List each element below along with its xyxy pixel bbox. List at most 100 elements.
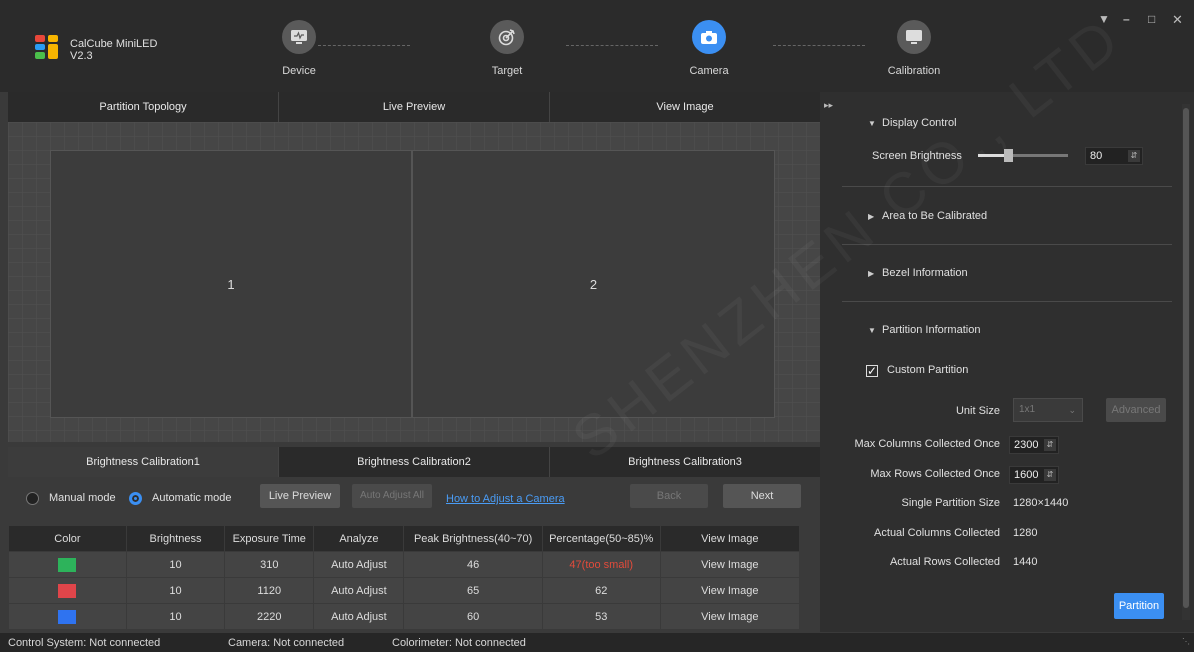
max-columns-label: Max Columns Collected Once [854,438,1000,450]
minimize-icon[interactable]: – [1123,12,1130,26]
auto-adjust-cell[interactable]: Auto Adjust [313,551,405,578]
manual-mode-radio[interactable] [26,492,39,505]
partition-2[interactable]: 2 [412,150,775,418]
peak-brightness-cell: 46 [403,551,543,578]
step-target[interactable]: Target [467,20,547,77]
view-image-cell[interactable]: View Image [659,551,801,578]
right-pane-scrollbar[interactable] [1182,104,1190,620]
percentage-cell: 62 [541,577,661,604]
actual-columns-value: 1280 [1013,527,1038,539]
step-device[interactable]: Device [259,20,339,77]
next-button[interactable]: Next [723,484,801,508]
screen-brightness-label: Screen Brightness [872,150,962,162]
advanced-button[interactable]: Advanced [1106,398,1166,422]
tab-brightness-calibration-2[interactable]: Brightness Calibration2 [279,447,550,477]
spin-arrows-icon[interactable]: ⇵ [1044,469,1056,481]
maximize-icon[interactable]: □ [1148,12,1155,26]
app-name: CalCube MiniLED V2.3 [70,38,157,62]
automatic-mode-label: Automatic mode [152,492,232,504]
color-swatch [58,609,77,624]
view-image-cell[interactable]: View Image [659,603,801,630]
column-header: Brightness [125,525,226,552]
tab-view-image[interactable]: View Image [550,92,820,122]
dropdown-menu-icon[interactable]: ▼ [1098,12,1110,26]
view-image-cell[interactable]: View Image [659,577,801,604]
screen-brightness-input[interactable]: 80 ⇵ [1085,147,1143,165]
right-pane: ▸▸ ▼ Display Control Screen Brightness 80… [820,92,1194,632]
slider-knob[interactable] [1004,149,1013,162]
auto-adjust-all-button[interactable]: Auto Adjust All [352,484,432,508]
tab-live-preview[interactable]: Live Preview [279,92,550,122]
actual-rows-label: Actual Rows Collected [889,556,1000,568]
max-rows-input[interactable]: 1600 ⇵ [1009,466,1059,484]
step-label: Target [491,65,523,77]
percentage-cell: 53 [541,603,661,630]
actual-rows-value: 1440 [1013,556,1038,568]
custom-partition-label: Custom Partition [887,364,969,376]
section-label: Partition Information [882,324,981,336]
tab-brightness-calibration-1[interactable]: Brightness Calibration1 [8,447,279,477]
colorimeter-status: Colorimeter: Not connected [392,637,526,649]
step-camera[interactable]: Camera [669,20,749,77]
collapse-panel-icon[interactable]: ▸▸ [824,100,833,111]
chevron-down-icon: ⌄ [1068,405,1076,415]
spin-arrows-icon[interactable]: ⇵ [1128,150,1140,162]
actual-columns-label: Actual Columns Collected [874,527,1000,539]
partition-topology-canvas[interactable]: 1 2 [8,122,820,442]
auto-adjust-cell[interactable]: Auto Adjust [313,603,405,630]
app-title: CalCube MiniLED [70,38,158,50]
how-to-adjust-camera-link[interactable]: How to Adjust a Camera [446,493,565,505]
peak-brightness-cell: 65 [403,577,543,604]
step-label: Calibration [887,65,941,77]
unit-size-dropdown[interactable]: 1x1 ⌄ [1013,398,1083,422]
column-header: Peak Brightness(40~70) [403,525,543,552]
auto-adjust-cell[interactable]: Auto Adjust [313,577,405,604]
step-connector [566,45,658,46]
spin-arrows-icon[interactable]: ⇵ [1044,439,1056,451]
collapsed-triangle-icon: ▶ [868,269,875,278]
column-header: View Image [659,525,801,552]
app-version: V2.3 [70,50,93,62]
left-pane: Partition Topology Live Preview View Ima… [0,92,820,632]
exposure-time-cell: 310 [224,551,315,578]
live-preview-button[interactable]: Live Preview [260,484,340,508]
table-row: 10 1120 Auto Adjust 65 62 View Image [8,577,801,604]
max-columns-input[interactable]: 2300 ⇵ [1009,436,1059,454]
resize-grip-icon[interactable]: ⋱ [1182,637,1190,646]
step-calibration[interactable]: Calibration [874,20,954,77]
monitor-wave-icon [282,20,316,54]
section-label: Bezel Information [882,267,968,279]
bezel-information-header[interactable]: ▶ Bezel Information [868,267,968,279]
partition-information-header[interactable]: ▼ Partition Information [868,324,980,336]
color-cell [8,603,127,630]
expanded-triangle-icon: ▼ [868,119,876,128]
column-header: Exposure Time [224,525,315,552]
percentage-cell: 47(too small) [541,551,661,578]
screen-brightness-slider[interactable] [978,148,1068,162]
collapsed-triangle-icon: ▶ [868,212,875,221]
area-to-calibrate-header[interactable]: ▶ Area to Be Calibrated [868,210,987,222]
step-connector [318,45,410,46]
partition-button[interactable]: Partition [1114,593,1164,619]
back-button[interactable]: Back [630,484,708,508]
app-logo-icon [35,35,59,59]
partition-1[interactable]: 1 [50,150,412,418]
max-columns-value: 2300 [1014,439,1039,451]
single-partition-size-value: 1280×1440 [1013,497,1069,509]
screen-icon [897,20,931,54]
divider [842,244,1172,245]
scrollbar-thumb[interactable] [1183,108,1189,608]
brightness-cell: 10 [125,603,226,630]
tab-partition-topology[interactable]: Partition Topology [8,92,279,122]
column-header: Analyze [313,525,405,552]
step-label: Device [282,65,316,77]
tab-brightness-calibration-3[interactable]: Brightness Calibration3 [550,447,820,477]
control-system-status: Control System: Not connected [8,637,161,649]
column-header: Percentage(50~85)% [541,525,661,552]
custom-partition-checkbox[interactable]: ✓ [866,365,878,377]
display-control-header[interactable]: ▼ Display Control [868,117,957,129]
automatic-mode-radio[interactable] [129,492,142,505]
close-icon[interactable]: ✕ [1172,12,1183,28]
calibration-controls: Manual mode Automatic mode Live Preview … [8,484,820,514]
expanded-triangle-icon: ▼ [868,326,876,335]
